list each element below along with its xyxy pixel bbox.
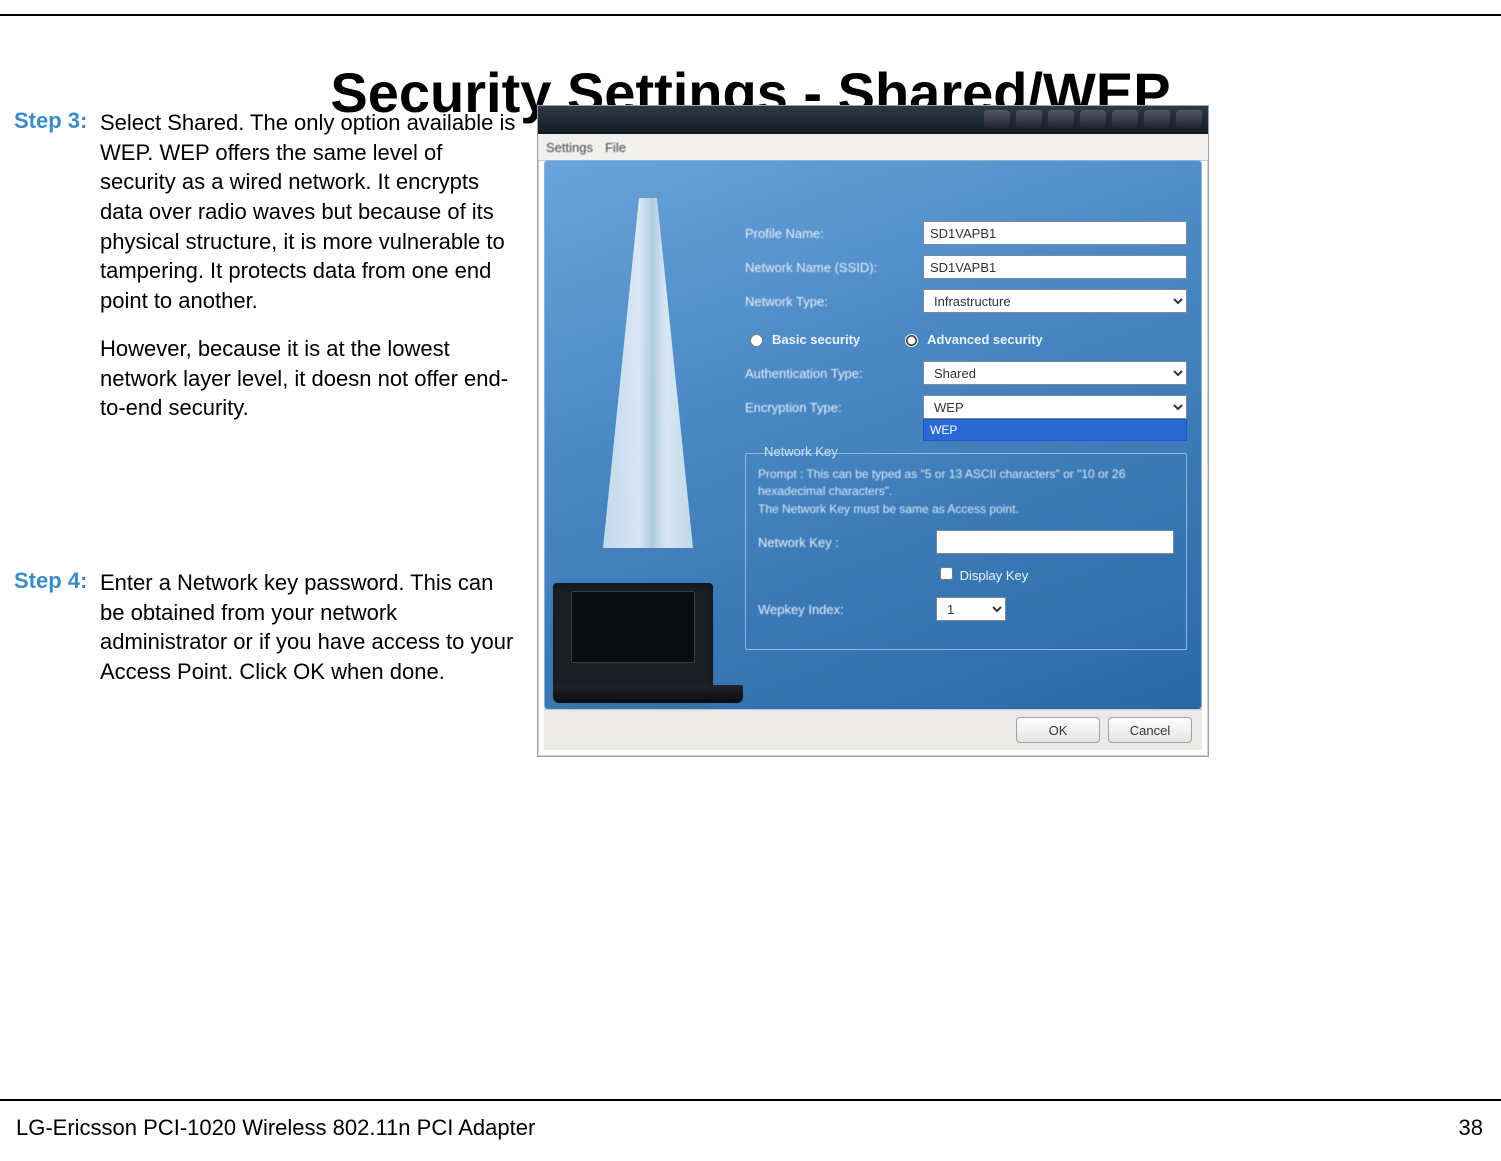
menu-file[interactable]: File [605, 140, 626, 155]
advanced-security-radio[interactable]: Advanced security [900, 331, 1043, 347]
network-key-prompt: Prompt : This can be typed as "5 or 13 A… [758, 466, 1174, 518]
form-area: Profile Name: Network Name (SSID): Netwo… [745, 221, 1187, 650]
footer-product: LG-Ericsson PCI-1020 Wireless 802.11n PC… [16, 1115, 535, 1141]
close-icon[interactable] [1048, 110, 1074, 128]
network-key-legend: Network Key [758, 444, 844, 459]
extra-icon [1144, 110, 1170, 128]
profile-name-label: Profile Name: [745, 226, 923, 241]
extra-icon [1112, 110, 1138, 128]
extra-icon [1080, 110, 1106, 128]
step3-text-2: However, because it is at the lowest net… [100, 334, 520, 423]
min-icon[interactable] [984, 110, 1010, 128]
dialog-body: Profile Name: Network Name (SSID): Netwo… [544, 160, 1202, 710]
max-icon[interactable] [1016, 110, 1042, 128]
profile-name-input[interactable] [923, 221, 1187, 245]
network-key-fieldset: Network Key Prompt : This can be typed a… [745, 453, 1187, 650]
ssid-label: Network Name (SSID): [745, 260, 923, 275]
wifi-profile-dialog: Settings File Profile Name: Network Name… [537, 105, 1209, 757]
network-key-input[interactable] [936, 530, 1174, 554]
auth-type-label: Authentication Type: [745, 366, 923, 381]
step4-block: Step 4: Enter a Network key password. Th… [14, 568, 520, 705]
encryption-type-label: Encryption Type: [745, 400, 923, 415]
step3-block: Step 3: Select Shared. The only option a… [14, 108, 520, 441]
rule-top [0, 14, 1501, 16]
rule-bottom [0, 1099, 1501, 1101]
wepkey-index-select[interactable]: 1 [936, 597, 1006, 621]
basic-security-radio[interactable]: Basic security [745, 331, 860, 347]
auth-type-select[interactable]: Shared [923, 361, 1187, 385]
dialog-menubar: Settings File [538, 134, 1208, 161]
decorative-laptop-art [543, 198, 743, 703]
step3-text-1: Select Shared. The only option available… [100, 108, 520, 316]
encryption-type-select[interactable]: WEP [923, 395, 1187, 419]
cancel-button[interactable]: Cancel [1108, 717, 1192, 743]
ssid-input[interactable] [923, 255, 1187, 279]
network-type-select[interactable]: Infrastructure [923, 289, 1187, 313]
titlebar-buttons [984, 110, 1202, 128]
menu-settings[interactable]: Settings [546, 140, 593, 155]
extra-icon [1176, 110, 1202, 128]
step4-label: Step 4: [14, 568, 100, 594]
security-mode-row: Basic security Advanced security [745, 331, 1187, 347]
dialog-button-bar: OK Cancel [544, 709, 1202, 750]
network-key-label: Network Key : [758, 535, 936, 550]
display-key-checkbox[interactable]: Display Key [936, 568, 1028, 583]
wepkey-index-label: Wepkey Index: [758, 602, 936, 617]
network-type-label: Network Type: [745, 294, 923, 309]
ok-button[interactable]: OK [1016, 717, 1100, 743]
encryption-type-dropdown-item[interactable]: WEP [923, 419, 1187, 441]
page-number: 38 [1459, 1115, 1483, 1141]
step4-text-1: Enter a Network key password. This can b… [100, 568, 520, 687]
dialog-titlebar [538, 106, 1208, 134]
step3-label: Step 3: [14, 108, 100, 134]
